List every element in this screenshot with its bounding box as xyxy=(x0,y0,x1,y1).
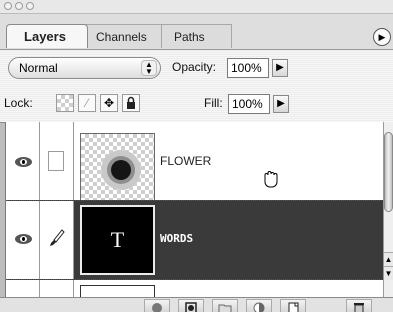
eye-icon xyxy=(15,157,32,167)
folder-icon[interactable] xyxy=(212,299,238,312)
fill-input[interactable]: 100% xyxy=(228,94,270,114)
lock-options-row: Lock: ⁄ ✥ Fill: 100% ▶ xyxy=(0,88,393,123)
tab-layers-label: Layers xyxy=(24,29,66,44)
layer-thumbnail-words[interactable]: T xyxy=(80,205,155,275)
bottom-toolbar xyxy=(0,297,393,312)
vertical-scrollbar[interactable]: ▲ ▼ xyxy=(383,122,393,297)
visibility-toggle[interactable] xyxy=(6,130,40,211)
lock-label: Lock: xyxy=(4,96,33,110)
visibility-column xyxy=(6,122,40,130)
link-box-icon xyxy=(48,151,64,171)
mask-icon[interactable] xyxy=(178,299,204,312)
layer-thumbnail-flower[interactable] xyxy=(80,133,155,203)
tab-channels-label: Channels xyxy=(96,30,147,44)
type-layer-icon: T xyxy=(110,227,125,252)
layer-style-icon[interactable] xyxy=(144,299,170,312)
layers-palette: Paths Channels Layers ▶ Normal ▲ ▼ Opacit… xyxy=(0,0,393,312)
flower-image-icon xyxy=(101,150,141,190)
layer-name-words[interactable]: WORDS xyxy=(160,232,193,245)
minimize-window-button[interactable] xyxy=(15,2,23,10)
layer-row-partial xyxy=(6,122,384,130)
lock-all-icon[interactable] xyxy=(122,94,140,112)
scrollbar-thumb[interactable] xyxy=(384,132,393,212)
visibility-column-bottom xyxy=(6,280,40,297)
opacity-label: Opacity: xyxy=(172,60,217,74)
eye-icon xyxy=(15,234,32,244)
visibility-toggle[interactable] xyxy=(6,201,40,279)
paintbrush-icon xyxy=(50,229,65,246)
tab-channels[interactable]: Channels xyxy=(82,24,162,48)
opacity-slider-button[interactable]: ▶ xyxy=(272,59,288,77)
zoom-window-button[interactable] xyxy=(26,2,34,10)
link-column xyxy=(40,122,74,130)
blending-options-row: Normal ▲ ▼ Opacity: 100% ▶ xyxy=(0,50,393,88)
adjustment-icon[interactable] xyxy=(246,299,272,312)
scroll-up-icon[interactable]: ▲ xyxy=(384,252,393,266)
close-window-button[interactable] xyxy=(4,2,12,10)
flyout-menu-icon[interactable]: ▶ xyxy=(373,28,391,46)
tab-paths-label: Paths xyxy=(174,30,205,44)
layer-thumbnail-partial xyxy=(80,285,155,297)
layer-row-partial-bottom xyxy=(6,280,384,297)
fill-slider-button[interactable]: ▶ xyxy=(273,95,289,113)
lock-position-move-icon[interactable]: ✥ xyxy=(100,94,118,112)
tab-layers[interactable]: Layers xyxy=(6,24,88,48)
layer-name-flower[interactable]: FLOWER xyxy=(160,154,211,168)
fill-label: Fill: xyxy=(204,96,223,110)
trash-icon[interactable] xyxy=(346,299,372,312)
lock-image-brush-icon[interactable]: ⁄ xyxy=(78,94,96,112)
tab-bar: Paths Channels Layers ▶ xyxy=(0,14,393,50)
palette-titlebar xyxy=(0,0,393,14)
scroll-down-icon[interactable]: ▼ xyxy=(384,266,393,280)
layer-row-words[interactable]: T WORDS xyxy=(6,200,384,280)
lock-transparency-icon[interactable] xyxy=(56,94,74,112)
blend-mode-select[interactable]: Normal ▲ ▼ xyxy=(8,57,161,79)
up-down-arrows-icon: ▲ ▼ xyxy=(141,60,157,76)
brush-toggle[interactable] xyxy=(40,201,74,279)
hand-cursor-icon xyxy=(264,171,278,188)
link-toggle[interactable] xyxy=(40,130,74,211)
tab-paths[interactable]: Paths xyxy=(160,24,232,48)
blend-mode-value: Normal xyxy=(19,61,58,75)
opacity-input[interactable]: 100% xyxy=(227,58,269,78)
layers-list: FLOWER T WORDS xyxy=(5,122,384,297)
link-column-bottom xyxy=(40,280,74,297)
new-layer-icon[interactable] xyxy=(280,299,306,312)
